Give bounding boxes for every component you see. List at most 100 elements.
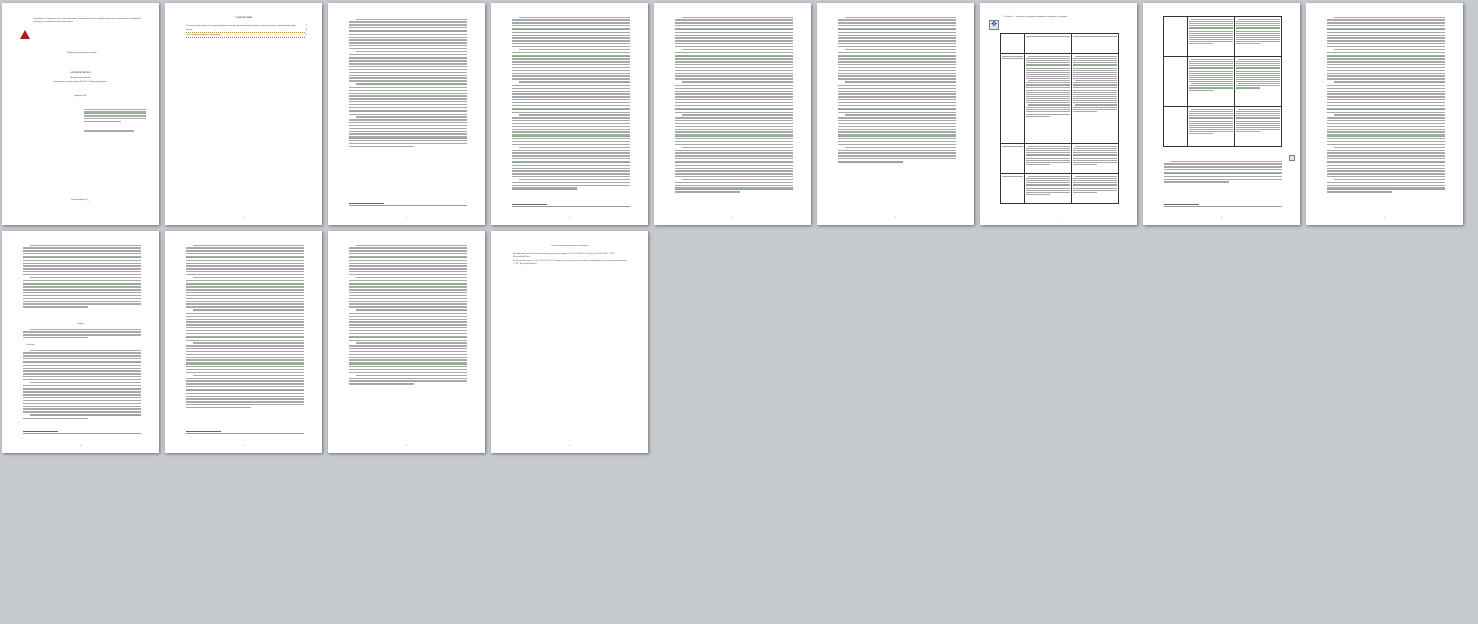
table-move-handle-icon[interactable]: ✥ [989,20,999,30]
text-line [675,34,793,36]
text-line [349,356,467,358]
text-line [1164,166,1282,168]
text-line [1072,189,1117,191]
page-4[interactable]: 4 [491,3,648,225]
text-line [1191,59,1233,61]
text-line [838,43,956,45]
text-line [1188,36,1233,38]
text-line [23,337,88,339]
text-line [1025,64,1070,67]
text-line [1188,78,1233,80]
text-line [30,381,141,384]
table-cell[interactable] [1233,56,1283,107]
document-workspace[interactable]: Федеральное государственное образователь… [0,0,1478,624]
text-line [1327,143,1445,146]
table-cell[interactable] [1233,106,1283,147]
solution-heading: Решение [26,343,35,346]
text-line [1327,93,1445,95]
text-line [1327,31,1445,34]
text-line [356,244,467,246]
text-line [1072,60,1117,62]
table-cell[interactable] [1070,53,1120,144]
page-1[interactable]: Федеральное государственное образователь… [2,3,159,225]
toc-item[interactable]: Список использованных источников 13 [186,34,307,38]
page-number: 8 [1221,217,1222,219]
text-line [1072,78,1117,80]
text-line [1327,152,1445,154]
text-line [1025,150,1070,152]
text-line [1025,93,1070,95]
table-cell[interactable] [1070,173,1120,204]
page-9[interactable]: 9 [1306,3,1463,225]
page-10[interactable]: Задача Решение 10 [2,231,159,453]
text-line [1327,131,1445,133]
text-line [349,145,414,148]
text-line [1025,152,1070,154]
text-line [512,66,630,69]
table-cell[interactable] [1186,56,1235,107]
text-line [23,367,141,369]
text-line [356,374,467,376]
table-cell[interactable] [1070,143,1120,174]
text-line [1072,150,1117,152]
table-cell[interactable] [1186,106,1235,147]
page-2[interactable]: СОДЕРЖАНИЕ Теоретический вопрос: Основан… [165,3,322,225]
text-line [186,395,304,397]
text-line [1334,81,1445,84]
text-line [1072,178,1117,180]
table-cell[interactable] [1186,16,1235,57]
comparison-table[interactable] [1000,33,1120,204]
text-line [512,58,630,60]
text-line [512,102,630,104]
text-line [512,96,630,98]
text-line [349,122,467,124]
text-line [349,36,467,38]
text-line [675,111,793,113]
text-line [1327,117,1445,119]
text-line [1025,58,1070,60]
toc-item[interactable]: Задача 10 [186,29,307,33]
table-cell[interactable] [1023,53,1072,144]
table-cell[interactable] [1023,173,1072,204]
text-line [1072,64,1117,67]
text-line [1188,70,1233,72]
page-8[interactable]: 8 [1143,3,1300,225]
text-line [1327,167,1445,169]
comparison-table-continued[interactable] [1163,16,1283,147]
text-line [1327,122,1445,125]
text-line [349,60,467,62]
text-line [675,191,740,193]
text-line [186,377,304,379]
text-line [1327,160,1445,164]
text-line [349,53,467,55]
text-line [1235,23,1280,25]
table-cell[interactable] [1023,143,1072,174]
table-resize-handle-icon[interactable] [1289,155,1295,161]
text-line [1327,51,1445,53]
text-line [1327,120,1445,122]
text-line [675,58,793,60]
text-line [23,387,141,390]
text-line [23,306,88,308]
text-line [1025,161,1070,163]
text-line [838,152,956,154]
page-12[interactable]: 12 [328,231,485,453]
page-6[interactable]: 6 [817,3,974,225]
page-13[interactable]: Список использованных источников Граждан… [491,231,648,453]
text-line [186,388,304,392]
page-7[interactable]: ✥ Таблица 1 - Сравнение гражданско-право… [980,3,1137,225]
page-number: 12 [405,445,408,447]
toc-item[interactable]: Теоретический вопрос: Основания (юридиче… [186,25,307,28]
page-11[interactable]: 11 [165,231,322,453]
table-cell[interactable] [1233,16,1283,57]
page-3[interactable]: 3 [328,3,485,225]
text-line [1025,187,1070,189]
text-line [349,350,467,353]
text-line [1235,128,1280,130]
page-5[interactable]: 5 [654,3,811,225]
text-line [23,370,141,372]
text-line [512,176,630,178]
text-line [838,99,956,101]
text-line [512,160,630,164]
text-line [512,27,630,31]
